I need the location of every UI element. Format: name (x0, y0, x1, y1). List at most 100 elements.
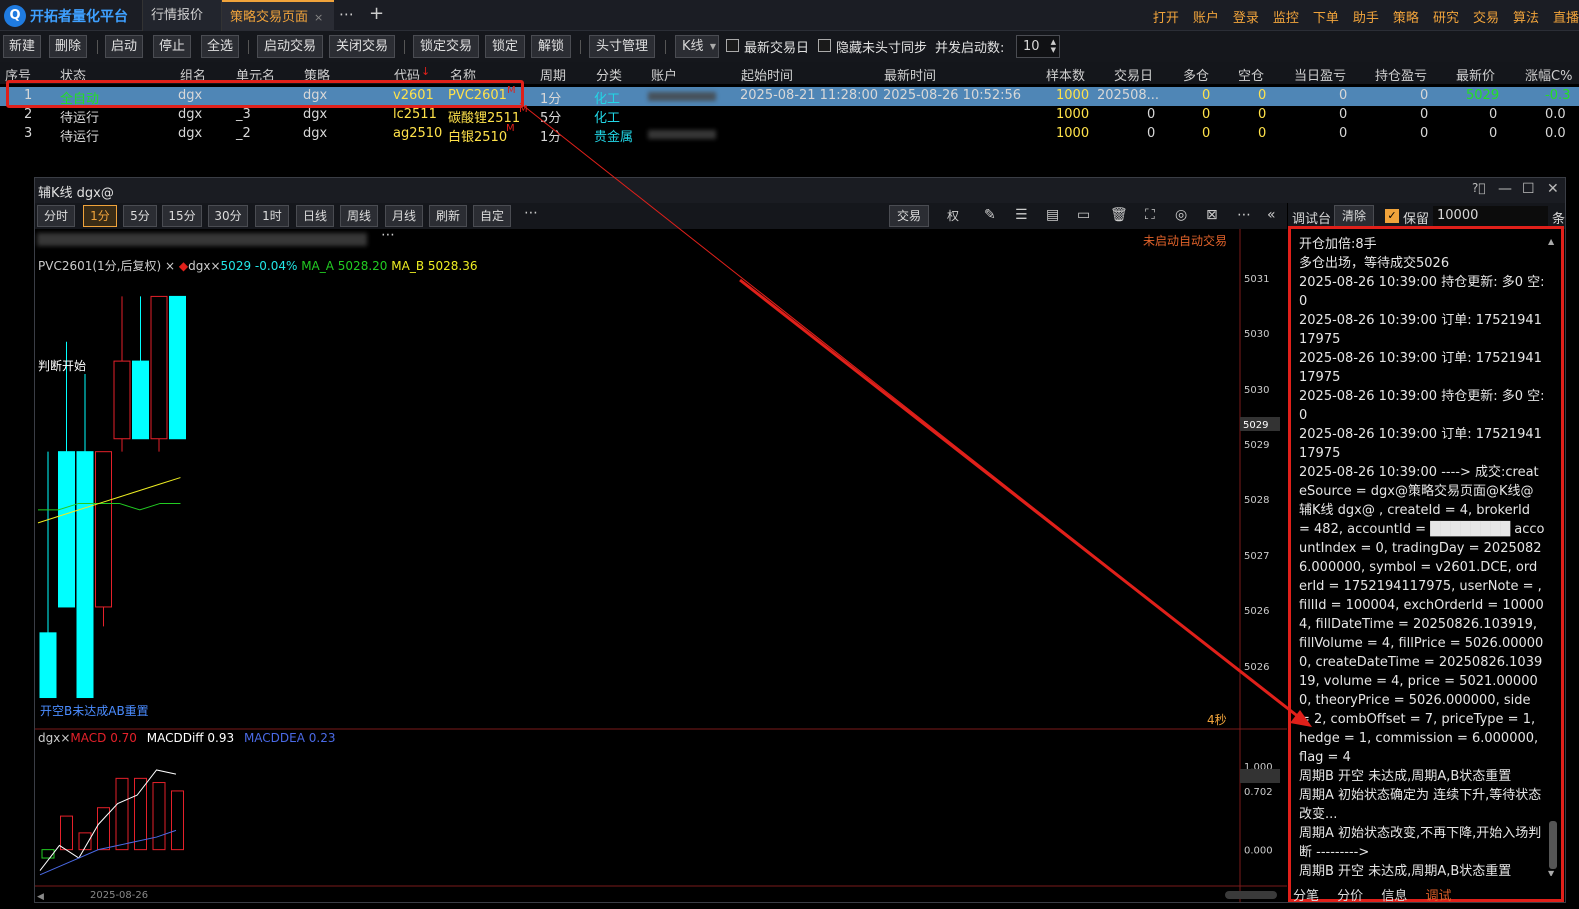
col-long[interactable]: 多仓 (1183, 65, 1209, 84)
close-icon[interactable]: × (314, 11, 323, 24)
menu-open[interactable]: 打开 (1153, 7, 1179, 26)
col-account[interactable]: 账户 (651, 65, 677, 84)
candle (95, 451, 112, 608)
lock-trading-button[interactable]: 锁定交易 (413, 35, 479, 58)
col-samples[interactable]: 样本数 (1046, 65, 1085, 84)
clear-button[interactable]: 清除 (1334, 205, 1374, 227)
row-unit: _3 (236, 107, 251, 122)
concurrency-input[interactable]: 10 ▲ ▼ (1016, 35, 1060, 58)
tab-info[interactable]: 信息 (1381, 889, 1407, 904)
close-icon[interactable]: ✕ (1547, 181, 1559, 197)
period-5min[interactable]: 5分 (123, 205, 157, 227)
hide-unsynced-checkbox[interactable] (818, 39, 831, 52)
new-button[interactable]: 新建 (3, 35, 41, 58)
sort-arrow-icon[interactable]: ↓ (421, 65, 430, 78)
spinner-icon[interactable]: ▲ ▼ (1051, 38, 1056, 54)
rights-icon[interactable]: 权 (947, 207, 959, 224)
lock-button[interactable]: 锁定 (485, 35, 525, 58)
menu-order[interactable]: 下单 (1313, 7, 1339, 26)
period-1min[interactable]: 1分 (83, 205, 117, 227)
help-icon[interactable]: ?⃝ (1472, 181, 1486, 195)
menu-live[interactable]: 直播 (1553, 7, 1579, 26)
export-icon[interactable]: ⊠ (1206, 207, 1218, 223)
col-tradingday[interactable]: 交易日 (1114, 65, 1153, 84)
col-day-pnl[interactable]: 当日盈亏 (1294, 65, 1346, 84)
delete-button[interactable]: 删除 (49, 35, 87, 58)
collapse-icon[interactable]: « (1267, 207, 1276, 223)
keep-checkbox[interactable]: ✓ (1385, 209, 1399, 223)
debug-tab[interactable]: 调试台 (1292, 208, 1331, 227)
menu-trade[interactable]: 交易 (1473, 7, 1499, 26)
start-button[interactable]: 启动 (105, 35, 143, 58)
period-timeshare[interactable]: 分时 (37, 205, 75, 227)
more-icon[interactable]: ⋯ (524, 205, 538, 221)
menu-login[interactable]: 登录 (1233, 7, 1259, 26)
kline-window-titlebar[interactable]: 辅K线 dgx@ ?⃝ — ☐ ✕ (35, 178, 1565, 203)
row-period: 1分 (540, 92, 562, 107)
period-day[interactable]: 日线 (296, 205, 334, 227)
refresh-button[interactable]: 刷新 (429, 205, 467, 227)
stop-button[interactable]: 停止 (153, 35, 191, 58)
pencil-icon[interactable]: ✎ (984, 207, 996, 223)
calculator-icon[interactable]: ▤ (1046, 207, 1059, 223)
candle (76, 451, 94, 699)
menu-assistant[interactable]: 助手 (1353, 7, 1379, 26)
menu-research[interactable]: 研究 (1433, 7, 1459, 26)
period-15min[interactable]: 15分 (162, 205, 202, 227)
trade-button[interactable]: 交易 (889, 205, 929, 227)
more-tabs-icon[interactable]: ⋯ (339, 5, 354, 23)
col-pos-pnl[interactable]: 持仓盈亏 (1375, 65, 1427, 84)
row-status: 待运行 (60, 111, 100, 126)
maximize-icon[interactable]: ☐ (1522, 181, 1535, 197)
start-trading-button[interactable]: 启动交易 (257, 35, 323, 58)
custom-period-button[interactable]: 自定 (473, 205, 511, 227)
menu-monitor[interactable]: 监控 (1273, 7, 1299, 26)
candle (132, 360, 149, 440)
layout-icon[interactable]: ▭ (1077, 207, 1090, 223)
kline-select[interactable]: K线 ▼ (675, 35, 719, 58)
col-change[interactable]: 涨幅C% (1525, 65, 1572, 84)
period-1hour[interactable]: 1时 (255, 205, 289, 227)
trash-icon[interactable]: 🗑 (1110, 207, 1128, 223)
col-category[interactable]: 分类 (596, 65, 622, 84)
table-row[interactable]: 2 待运行 dgx _3 dgx lc2511 碳酸锂2511 M 5分 化工 … (0, 104, 1579, 126)
tab-price-dist[interactable]: 分价 (1337, 889, 1363, 904)
select-all-button[interactable]: 全选 (201, 35, 239, 58)
menu-algo[interactable]: 算法 (1513, 7, 1539, 26)
menu-account[interactable]: 账户 (1193, 7, 1219, 26)
stop-trading-button[interactable]: 关闭交易 (329, 35, 395, 58)
col-short[interactable]: 空仓 (1238, 65, 1264, 84)
row-day-pnl: 0 (1339, 126, 1348, 141)
position-management-button[interactable]: 头寸管理 (589, 35, 655, 58)
col-start-time[interactable]: 起始时间 (741, 65, 793, 84)
target-icon[interactable]: ◎ (1175, 207, 1187, 223)
chart-area[interactable]: ⋯ 未启动自动交易 PVC2601(1分,后复权) × ◆dgx×5029 -0… (35, 227, 1287, 902)
menu-strategy[interactable]: 策略 (1393, 7, 1419, 26)
table-row[interactable]: 3 待运行 dgx _2 dgx ag2510 白银2510 M 1分 贵金属 … (0, 123, 1579, 145)
latest-tradingday-checkbox[interactable] (726, 39, 739, 52)
row-tradingday: 0 (1147, 126, 1156, 141)
tab-debug[interactable]: 调试 (1425, 889, 1451, 904)
unlock-button[interactable]: 解锁 (531, 35, 571, 58)
fullscreen-icon[interactable]: ⛶ (1145, 207, 1155, 223)
col-latest-time[interactable]: 最新时间 (884, 65, 936, 84)
more-icon[interactable]: ⋯ (1237, 207, 1251, 223)
period-30min[interactable]: 30分 (208, 205, 248, 227)
tab-quotes[interactable]: 行情报价 (142, 0, 222, 31)
minimize-icon[interactable]: — (1498, 181, 1512, 197)
highlight-box-row (6, 80, 524, 108)
sliders-icon[interactable]: ☰ (1015, 207, 1028, 223)
concurrency-label: 并发启动数: (935, 41, 1005, 56)
line-count-input[interactable]: 10000 (1433, 206, 1548, 226)
hide-unsynced-label: 隐藏未头寸同步 (836, 41, 928, 56)
tab-ticks[interactable]: 分笔 (1293, 889, 1319, 904)
tab-strategy-trading[interactable]: 策略交易页面 × (222, 0, 334, 31)
candlestick-chart[interactable]: 503150305030502950285027502650261.0000.7… (35, 229, 1287, 902)
col-price[interactable]: 最新价 (1456, 65, 1495, 84)
add-tab-icon[interactable]: + (369, 3, 384, 24)
period-month[interactable]: 月线 (385, 205, 423, 227)
row-no: 2 (24, 107, 33, 122)
period-week[interactable]: 周线 (340, 205, 378, 227)
row-change: -0.3 (1545, 88, 1571, 103)
col-period[interactable]: 周期 (540, 65, 566, 84)
